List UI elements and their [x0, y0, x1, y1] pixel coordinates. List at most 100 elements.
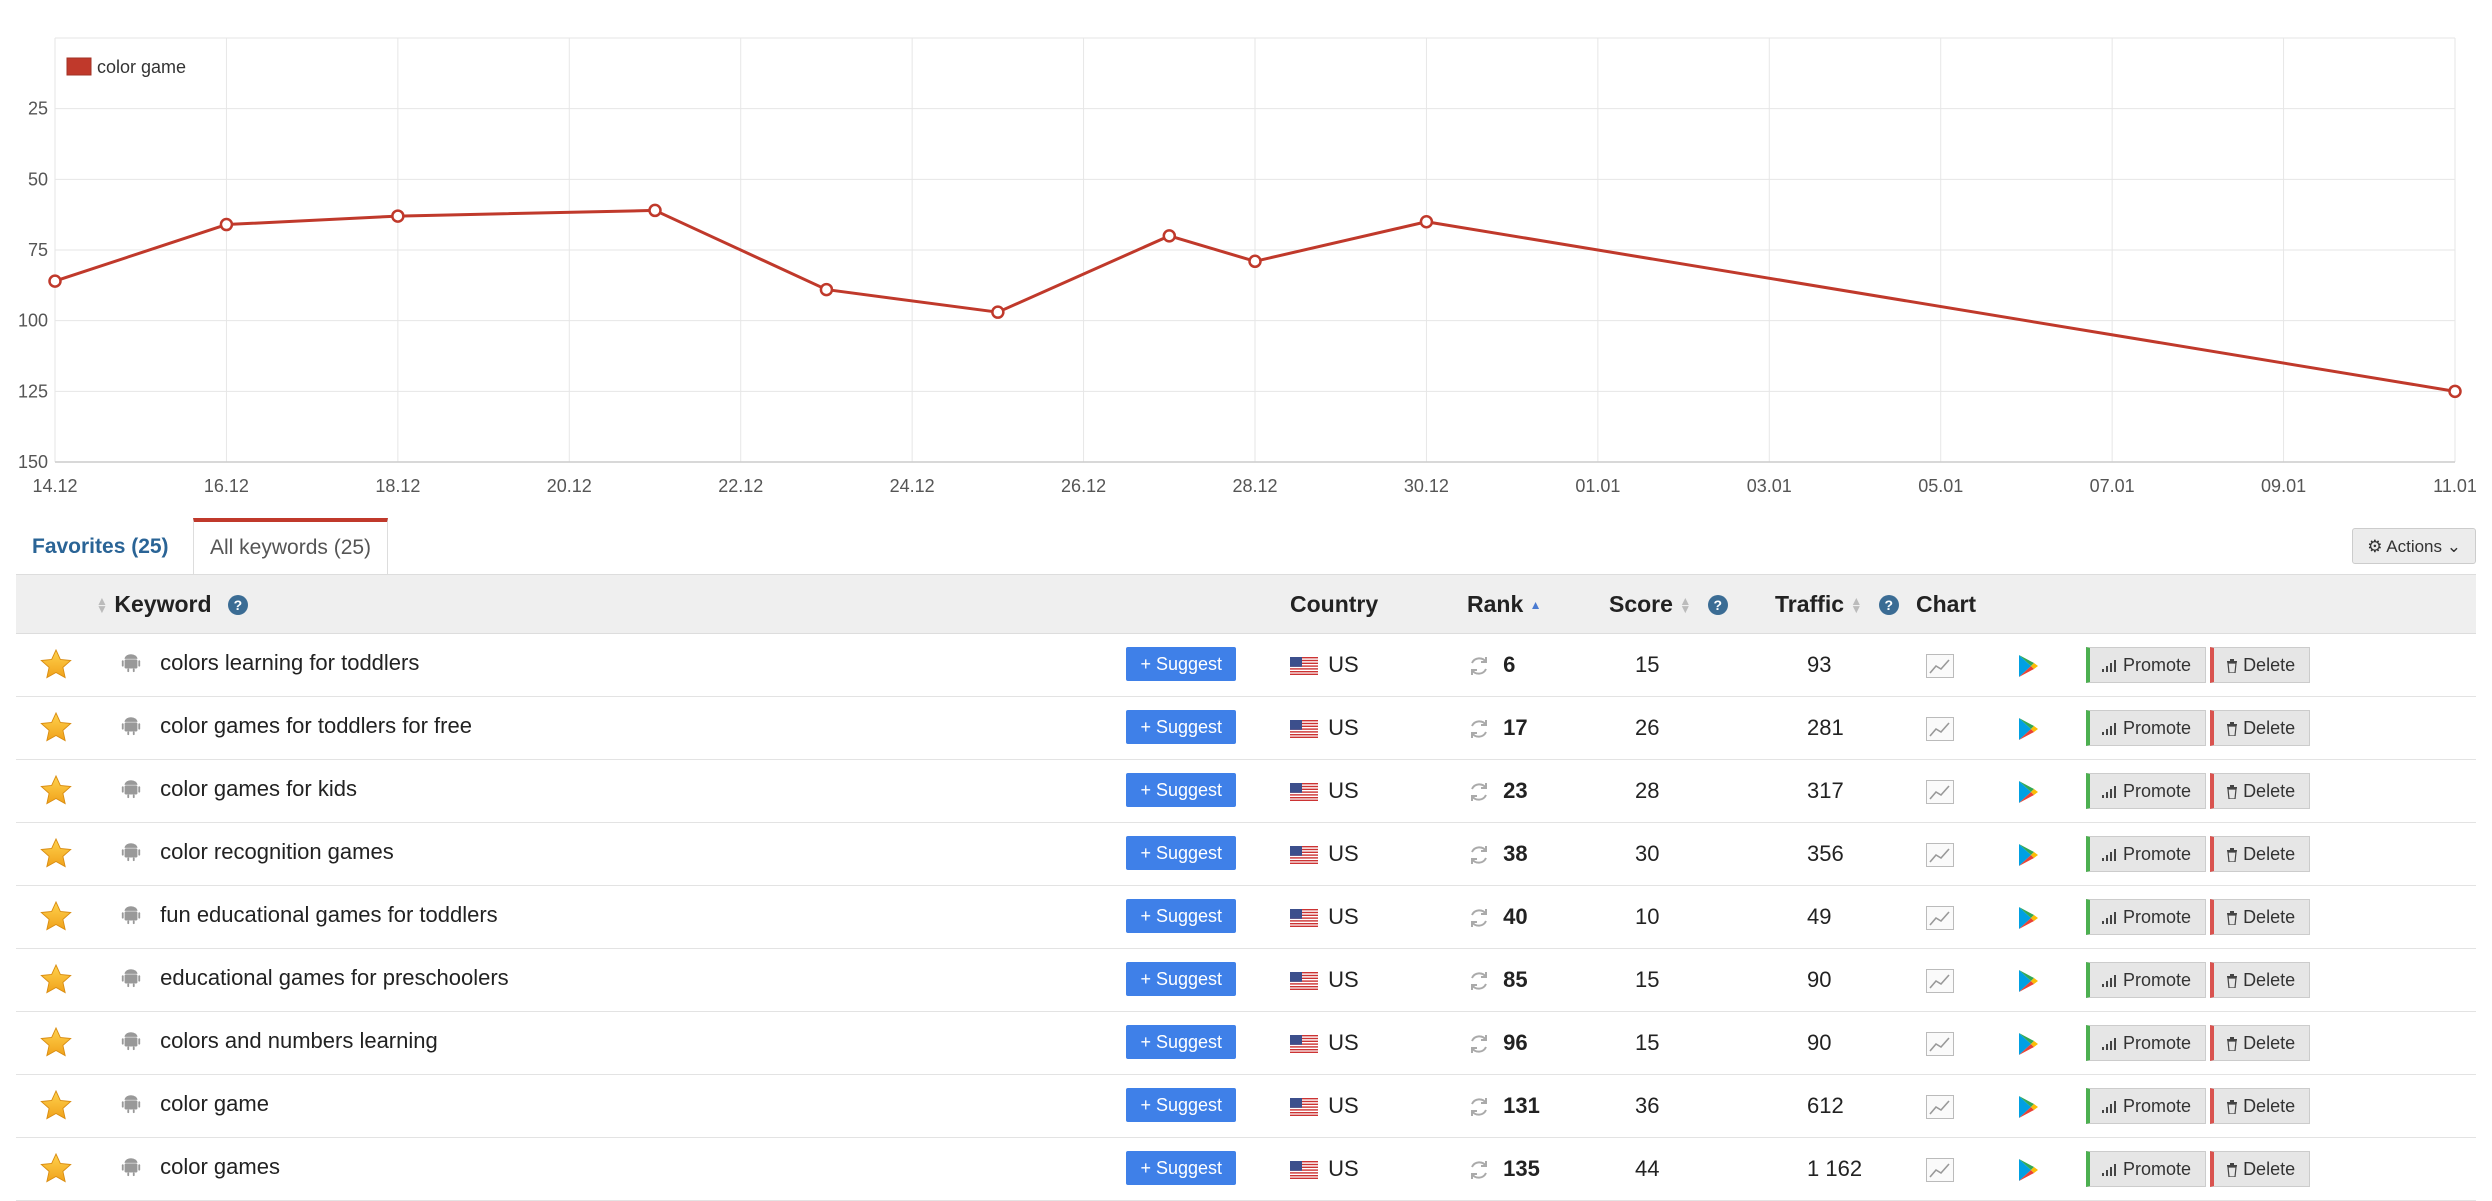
delete-button[interactable]: Delete [2210, 710, 2311, 746]
traffic-cell: 317 [1751, 759, 1916, 823]
actions-cell: Promote Delete [2086, 885, 2476, 949]
star-icon[interactable] [38, 1088, 74, 1124]
actions-button[interactable]: ⚙ Actions ⌄ [2352, 528, 2476, 564]
signal-bars-icon [2102, 655, 2123, 675]
line-chart-icon[interactable] [1926, 1158, 1954, 1183]
suggest-button[interactable]: + Suggest [1126, 1025, 1236, 1059]
refresh-icon[interactable] [1467, 843, 1491, 867]
suggest-button[interactable]: + Suggest [1126, 836, 1236, 870]
suggest-button[interactable]: + Suggest [1126, 899, 1236, 933]
store-cell [2006, 759, 2086, 823]
google-play-icon[interactable] [2016, 779, 2040, 805]
line-chart-icon[interactable] [1926, 1032, 1954, 1057]
android-icon [121, 843, 141, 862]
promote-button[interactable]: Promote [2086, 899, 2207, 935]
country-code: US [1328, 715, 1359, 741]
keyword-cell: color recognition games + Suggest [96, 822, 1276, 886]
suggest-button[interactable]: + Suggest [1126, 1151, 1236, 1185]
refresh-icon[interactable] [1467, 1158, 1491, 1182]
promote-button[interactable]: Promote [2086, 773, 2207, 809]
chevron-down-icon: ⌄ [2446, 537, 2461, 556]
promote-button[interactable]: Promote [2086, 962, 2207, 998]
google-play-icon[interactable] [2016, 968, 2040, 994]
rank-value: 6 [1503, 652, 1516, 678]
refresh-icon[interactable] [1467, 654, 1491, 678]
delete-button[interactable]: Delete [2210, 962, 2311, 998]
gear-icon: ⚙ [2367, 537, 2383, 556]
header-score[interactable]: Score ▲ ▼ ? [1591, 574, 1751, 634]
line-chart-icon[interactable] [1926, 906, 1954, 931]
header-keyword[interactable]: ▲ ▼ Keyword ? [96, 574, 1276, 634]
google-play-icon[interactable] [2016, 1157, 2040, 1183]
star-icon[interactable] [38, 1025, 74, 1061]
help-icon[interactable]: ? [1707, 595, 1728, 616]
traffic-cell: 356 [1751, 822, 1916, 886]
line-chart-icon[interactable] [1926, 1095, 1954, 1120]
delete-button[interactable]: Delete [2210, 1151, 2311, 1187]
refresh-icon[interactable] [1467, 780, 1491, 804]
line-chart-icon[interactable] [1926, 654, 1954, 679]
google-play-icon[interactable] [2016, 842, 2040, 868]
table-row: color games for toddlers for free + Sugg… [16, 696, 2476, 760]
help-icon[interactable]: ? [1878, 595, 1899, 616]
table-row: color recognition games + Suggest US 38 … [16, 822, 2476, 886]
line-chart-icon[interactable] [1926, 717, 1954, 742]
header-traffic[interactable]: Traffic ▲ ▼ ? [1751, 574, 1916, 634]
promote-button[interactable]: Promote [2086, 647, 2207, 683]
promote-button[interactable]: Promote [2086, 710, 2207, 746]
refresh-icon[interactable] [1467, 906, 1491, 930]
refresh-icon[interactable] [1467, 1032, 1491, 1056]
promote-label: Promote [2123, 907, 2192, 927]
delete-button[interactable]: Delete [2210, 899, 2311, 935]
line-chart-icon[interactable] [1926, 780, 1954, 805]
rank-value: 85 [1503, 967, 1528, 993]
delete-button[interactable]: Delete [2210, 647, 2311, 683]
refresh-icon[interactable] [1467, 717, 1491, 741]
help-icon[interactable]: ? [227, 595, 248, 616]
google-play-icon[interactable] [2016, 1031, 2040, 1057]
delete-button[interactable]: Delete [2210, 1088, 2311, 1124]
google-play-icon[interactable] [2016, 653, 2040, 679]
promote-button[interactable]: Promote [2086, 836, 2207, 872]
promote-button[interactable]: Promote [2086, 1151, 2207, 1187]
actions-cell: Promote Delete [2086, 1011, 2476, 1075]
star-icon[interactable] [38, 710, 74, 746]
x-tick-label: 05.01 [1918, 476, 1963, 496]
delete-button[interactable]: Delete [2210, 1025, 2311, 1061]
sort-icon: ▲ ▼ [1679, 594, 1692, 617]
refresh-icon[interactable] [1467, 1095, 1491, 1119]
refresh-icon[interactable] [1467, 969, 1491, 993]
star-icon[interactable] [38, 1151, 74, 1187]
promote-button[interactable]: Promote [2086, 1025, 2207, 1061]
star-icon[interactable] [38, 647, 74, 683]
keyword-text: colors learning for toddlers [160, 650, 420, 676]
tab-all-keywords[interactable]: All keywords (25) [193, 518, 389, 575]
country-code: US [1328, 652, 1359, 678]
line-chart-icon[interactable] [1926, 843, 1954, 868]
star-icon[interactable] [38, 899, 74, 935]
star-icon[interactable] [38, 962, 74, 998]
line-chart-icon[interactable] [1926, 969, 1954, 994]
google-play-icon[interactable] [2016, 905, 2040, 931]
suggest-button[interactable]: + Suggest [1126, 773, 1236, 807]
tab-favorites[interactable]: Favorites (25) [16, 518, 185, 572]
delete-button[interactable]: Delete [2210, 836, 2311, 872]
header-rank[interactable]: Rank ▲ [1461, 574, 1591, 634]
traffic-value: 356 [1807, 841, 1844, 866]
suggest-button[interactable]: + Suggest [1126, 962, 1236, 996]
score-value: 15 [1635, 1030, 1660, 1055]
star-icon[interactable] [38, 773, 74, 809]
country-cell: US [1276, 696, 1461, 760]
suggest-button[interactable]: + Suggest [1126, 710, 1236, 744]
chart-cell [1916, 696, 2006, 760]
table-row: color games + Suggest US 135 44 1 162 Pr… [16, 1137, 2476, 1201]
suggest-button[interactable]: + Suggest [1126, 647, 1236, 681]
favorite-cell [16, 1011, 96, 1075]
suggest-button[interactable]: + Suggest [1126, 1088, 1236, 1122]
promote-button[interactable]: Promote [2086, 1088, 2207, 1124]
google-play-icon[interactable] [2016, 716, 2040, 742]
delete-button[interactable]: Delete [2210, 773, 2311, 809]
star-icon[interactable] [38, 836, 74, 872]
google-play-icon[interactable] [2016, 1094, 2040, 1120]
x-tick-label: 09.01 [2261, 476, 2306, 496]
